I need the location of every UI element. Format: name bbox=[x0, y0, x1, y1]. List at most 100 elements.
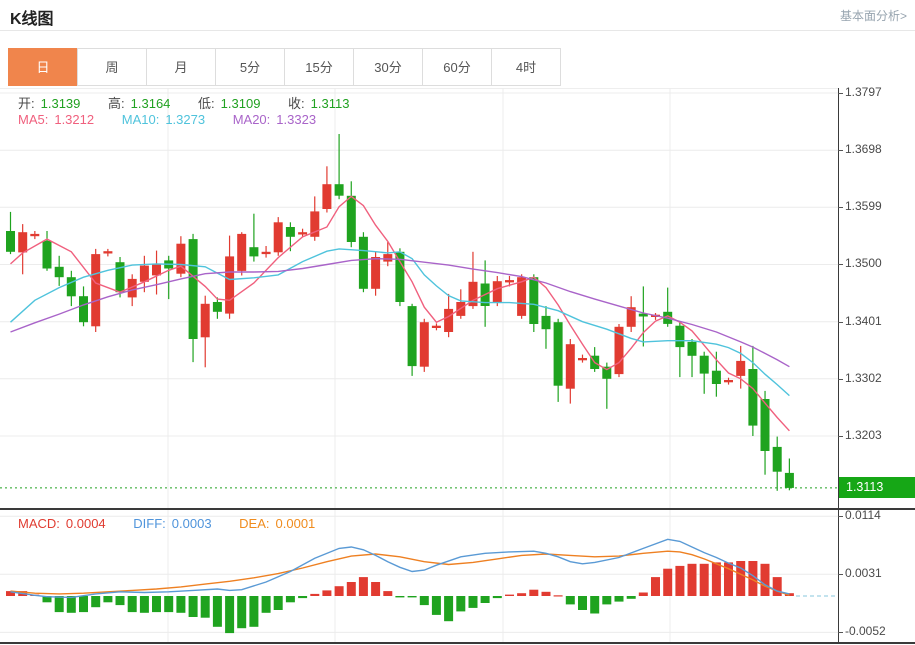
macd-bar bbox=[444, 596, 453, 621]
candle bbox=[18, 232, 27, 252]
macd-bar bbox=[456, 596, 465, 611]
candle bbox=[140, 266, 149, 282]
macd-bar bbox=[481, 596, 490, 603]
macd-bar bbox=[274, 596, 283, 610]
fundamental-analysis-link[interactable]: 基本面分析> bbox=[840, 7, 907, 24]
tab-week[interactable]: 周 bbox=[77, 48, 147, 86]
macd-bar bbox=[615, 596, 624, 602]
candle bbox=[237, 234, 246, 271]
diff-line bbox=[11, 539, 790, 597]
candle bbox=[493, 281, 502, 302]
y-axis-label: 1.3302 bbox=[845, 371, 882, 385]
page-title: K线图 bbox=[10, 5, 54, 29]
macd-bar bbox=[335, 586, 344, 596]
macd-label: MACD: bbox=[18, 516, 60, 531]
macd-bar bbox=[152, 596, 161, 612]
header-divider bbox=[0, 30, 915, 31]
macd-bar bbox=[602, 596, 611, 604]
candle bbox=[286, 227, 295, 237]
macd-bar bbox=[761, 564, 770, 596]
macd-bar bbox=[201, 596, 210, 618]
ma10-value: 1.3273 bbox=[165, 112, 205, 127]
candle bbox=[724, 380, 733, 382]
tab-5min[interactable]: 5分 bbox=[215, 48, 285, 86]
tab-4hour[interactable]: 4时 bbox=[491, 48, 561, 86]
y-axis-label: 1.3698 bbox=[845, 142, 882, 156]
axis-tick bbox=[838, 379, 843, 380]
high-value: 1.3164 bbox=[131, 96, 171, 111]
macd-bar bbox=[542, 592, 551, 596]
macd-bar bbox=[249, 596, 258, 627]
macd-bar bbox=[371, 582, 380, 596]
tab-month[interactable]: 月 bbox=[146, 48, 216, 86]
panel-separator bbox=[0, 508, 915, 510]
macd-bar bbox=[688, 564, 697, 596]
candle bbox=[79, 296, 88, 322]
candle bbox=[542, 316, 551, 329]
y-axis-label: 1.3203 bbox=[845, 428, 882, 442]
macd-bar bbox=[298, 596, 307, 598]
macd-bar bbox=[310, 594, 319, 596]
axis-tick bbox=[838, 632, 843, 633]
y-axis-line bbox=[838, 88, 839, 644]
candle bbox=[712, 371, 721, 384]
macd-bar bbox=[651, 577, 660, 596]
macd-bar bbox=[347, 582, 356, 596]
macd-bar bbox=[420, 596, 429, 605]
candle bbox=[773, 447, 782, 472]
candle bbox=[554, 322, 563, 386]
macd-bar bbox=[140, 596, 149, 613]
axis-tick bbox=[838, 93, 843, 94]
candle bbox=[298, 232, 307, 234]
candle bbox=[444, 309, 453, 332]
macd-bar bbox=[286, 596, 295, 602]
candle bbox=[201, 304, 210, 338]
diff-value: 0.0003 bbox=[172, 516, 212, 531]
tab-60min[interactable]: 60分 bbox=[422, 48, 492, 86]
macd-row: MACD:0.0004 DIFF:0.0003 DEA:0.0001 bbox=[18, 516, 321, 531]
current-price-badge: 1.3113 bbox=[839, 477, 915, 498]
candle bbox=[566, 344, 575, 389]
candlestick-chart[interactable] bbox=[0, 88, 838, 508]
candle bbox=[675, 326, 684, 347]
macd-bar bbox=[505, 595, 514, 596]
candle bbox=[347, 196, 356, 242]
axis-tick bbox=[838, 207, 843, 208]
candle bbox=[736, 361, 745, 376]
candle bbox=[420, 322, 429, 367]
tab-15min[interactable]: 15分 bbox=[284, 48, 354, 86]
panel-bottom-border bbox=[0, 642, 915, 644]
candle bbox=[505, 280, 514, 282]
macd-bar bbox=[262, 596, 271, 613]
macd-bar bbox=[55, 596, 64, 612]
macd-bar bbox=[578, 596, 587, 610]
axis-tick bbox=[838, 574, 843, 575]
macd-bar bbox=[116, 596, 125, 605]
ma5-value: 1.3212 bbox=[54, 112, 94, 127]
macd-bar bbox=[225, 596, 234, 633]
candle bbox=[335, 184, 344, 196]
macd-bar bbox=[469, 596, 478, 608]
y-axis-label: 0.0114 bbox=[845, 508, 881, 522]
y-axis-label: -0.0052 bbox=[845, 624, 886, 638]
candle bbox=[43, 241, 52, 269]
open-value: 1.3139 bbox=[41, 96, 81, 111]
macd-bar bbox=[529, 590, 538, 596]
candle bbox=[322, 184, 331, 209]
candle bbox=[213, 302, 222, 312]
candle bbox=[408, 306, 417, 366]
tab-day[interactable]: 日 bbox=[8, 48, 78, 86]
candle bbox=[67, 277, 76, 296]
tab-30min[interactable]: 30分 bbox=[353, 48, 423, 86]
macd-bar bbox=[395, 596, 404, 597]
ma-row: MA5:1.3212 MA10:1.3273 MA20:1.3323 bbox=[18, 112, 322, 127]
ma20-label: MA20: bbox=[233, 112, 271, 127]
macd-bar bbox=[237, 596, 246, 628]
macd-bar bbox=[213, 596, 222, 627]
y-axis-label: 1.3500 bbox=[845, 256, 882, 270]
candle bbox=[432, 326, 441, 328]
y-axis-label: 1.3599 bbox=[845, 199, 882, 213]
open-label: 开: bbox=[18, 96, 35, 111]
candle bbox=[262, 252, 271, 254]
ma5-label: MA5: bbox=[18, 112, 48, 127]
